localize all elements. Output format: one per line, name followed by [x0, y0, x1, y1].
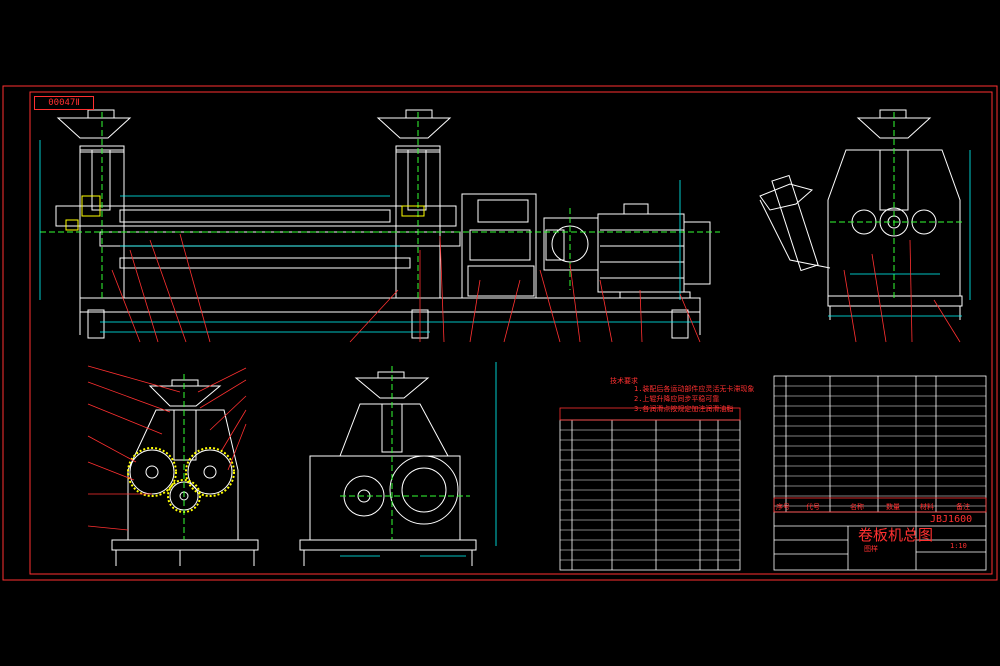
- front-dimensions: [39, 140, 700, 333]
- drawing-corner-code: 00047Ⅱ: [34, 96, 94, 110]
- gearbox-view: [299, 371, 477, 566]
- parts-list-right: [773, 375, 987, 513]
- title-col-remark: 备注: [956, 503, 970, 511]
- gear-teeth: [127, 447, 235, 513]
- title-col-qty: 数量: [886, 503, 900, 511]
- sheet-border-inner: [29, 91, 993, 575]
- drawing-sheet-note: 图样: [864, 545, 878, 553]
- cad-drawing: [2, 85, 998, 581]
- title-col-material: 材料: [920, 503, 934, 511]
- front-centerlines: [40, 112, 720, 298]
- title-col-code: 代号: [806, 503, 820, 511]
- title-col-name: 名称: [850, 503, 864, 511]
- drawing-scale: 1:10: [950, 542, 967, 550]
- note-1: 1.装配后各运动部件应灵活无卡滞现象: [634, 385, 755, 393]
- front-leaders: [111, 233, 701, 343]
- parts-list-left: [559, 419, 741, 571]
- gear-view: [111, 379, 259, 566]
- drawing-title: 卷板机总图: [858, 526, 934, 544]
- right-side-view: [759, 109, 963, 320]
- note-3: 3.各润滑点按规定加注润滑油脂: [634, 405, 734, 413]
- drawing-code: JBJ1600: [930, 514, 973, 525]
- front-view: [55, 109, 711, 339]
- title-col-seq: 序号: [776, 503, 790, 511]
- note-2: 2.上辊升降应同步平稳可靠: [634, 395, 720, 403]
